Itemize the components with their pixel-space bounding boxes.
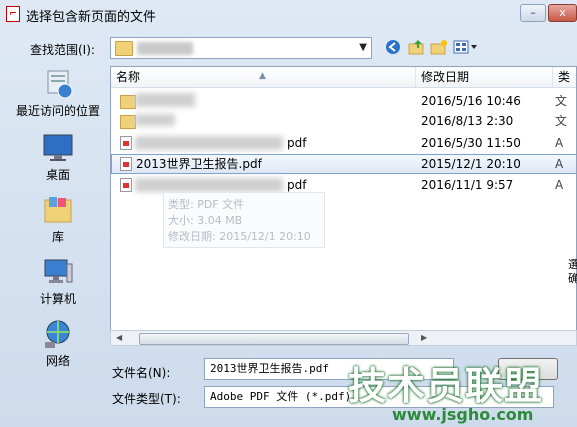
watermark-url: www.jsgho.com — [392, 405, 534, 424]
pdf-file-icon — [120, 178, 132, 192]
place-network[interactable]: 网络 — [10, 318, 106, 369]
place-label: 桌面 — [45, 168, 70, 182]
close-button[interactable]: x — [548, 4, 577, 22]
list-item[interactable]: 2016/5/16 10:46 文 — [111, 91, 576, 111]
tooltip-type: 类型: PDF 文件 — [168, 198, 245, 211]
pdf-file-icon — [120, 157, 132, 171]
folder-icon — [115, 41, 133, 56]
place-desktop[interactable]: 桌面 — [10, 132, 106, 183]
pdf-file-icon: ⌐ — [6, 6, 20, 22]
list-item[interactable]: pdf 2016/5/30 11:50 A — [111, 133, 576, 153]
file-name: pdf — [287, 136, 307, 150]
folder-icon — [120, 115, 136, 129]
file-open-dialog: ⌐ 选择包含新页面的文件 – x 查找范围(I): ▼ 最近访问的位置 桌面 库… — [0, 0, 577, 427]
view-menu-icon[interactable] — [452, 39, 480, 57]
file-tooltip: 类型: PDF 文件 大小: 3.04 MB 修改日期: 2015/12/1 2… — [163, 192, 325, 248]
place-label: 计算机 — [39, 292, 76, 306]
place-libraries[interactable]: 库 — [10, 194, 106, 245]
column-header-date[interactable]: 修改日期 — [416, 67, 553, 87]
watermark: 技术员联盟 www.jsgho.com — [348, 355, 577, 427]
redacted-folder-name — [137, 42, 193, 55]
column-name-label: 名称 — [116, 70, 141, 84]
file-date: 2016/5/30 11:50 — [421, 136, 521, 150]
filetype-label: 文件类型(T): — [112, 392, 181, 406]
sort-ascending-icon: ▲ — [259, 71, 266, 81]
column-header-type[interactable]: 类 — [553, 67, 576, 87]
filename-label: 文件名(N): — [112, 366, 171, 380]
redacted-name — [135, 178, 283, 192]
lookin-label: 查找范围(I): — [30, 43, 95, 57]
tooltip-size: 大小: 3.04 MB — [168, 214, 243, 227]
pdf-file-icon — [120, 136, 132, 150]
chevron-down-icon[interactable]: ▼ — [359, 42, 367, 53]
redacted-name — [135, 93, 195, 107]
place-computer[interactable]: 计算机 — [10, 256, 106, 307]
redacted-name — [135, 114, 175, 126]
file-type: 文 — [555, 94, 568, 108]
network-icon — [41, 318, 75, 348]
file-date: 2015/12/1 20:10 — [421, 157, 521, 171]
file-type: A — [555, 178, 564, 192]
scrollbar-thumb[interactable] — [139, 333, 409, 345]
file-date: 2016/5/16 10:46 — [421, 94, 521, 108]
redacted-name — [135, 136, 283, 150]
back-icon[interactable] — [384, 39, 402, 57]
new-folder-icon[interactable] — [430, 39, 448, 57]
file-type: 文 — [555, 114, 568, 128]
truncated-side-text: 選 确 — [568, 258, 577, 285]
list-item[interactable]: 2016/8/13 2:30 文 — [111, 111, 576, 131]
folder-icon — [120, 95, 136, 109]
file-date: 2016/8/13 2:30 — [421, 114, 514, 128]
scroll-left-icon[interactable]: ◀ — [116, 331, 122, 345]
file-type: A — [555, 157, 564, 171]
place-label: 网络 — [45, 354, 70, 368]
column-type-label: 类 — [558, 70, 571, 84]
list-item-selected[interactable]: 2013世界卫生报告.pdf 2015/12/1 20:10 A — [111, 154, 576, 174]
lookin-combo[interactable]: ▼ — [110, 37, 372, 59]
horizontal-scrollbar[interactable]: ◀ ▶ — [110, 330, 577, 346]
column-header-name[interactable]: 名称 ▲ — [111, 67, 416, 87]
places-bar: 最近访问的位置 桌面 库 计算机 网络 — [10, 66, 106, 376]
place-recent[interactable]: 最近访问的位置 — [10, 68, 106, 119]
desktop-icon — [41, 132, 75, 162]
file-date: 2016/11/1 9:57 — [421, 178, 514, 192]
window-title: 选择包含新页面的文件 — [26, 10, 157, 25]
column-date-label: 修改日期 — [421, 70, 470, 84]
place-label: 库 — [51, 230, 64, 244]
scroll-right-icon[interactable]: ▶ — [421, 331, 427, 345]
title-bar: ⌐ 选择包含新页面的文件 – x — [0, 0, 577, 28]
libraries-icon — [41, 194, 75, 224]
watermark-text: 技术员联盟 — [348, 364, 544, 408]
minimize-button[interactable]: – — [520, 4, 546, 22]
place-label: 最近访问的位置 — [15, 104, 100, 118]
file-type: A — [555, 136, 564, 150]
tooltip-modified: 修改日期: 2015/12/1 20:10 — [168, 230, 311, 243]
recent-places-icon — [41, 68, 75, 99]
list-header: 名称 ▲ 修改日期 类 — [111, 67, 576, 88]
computer-icon — [41, 256, 75, 286]
file-name: 2013世界卫生报告.pdf — [136, 157, 262, 171]
up-folder-icon[interactable] — [408, 39, 426, 57]
